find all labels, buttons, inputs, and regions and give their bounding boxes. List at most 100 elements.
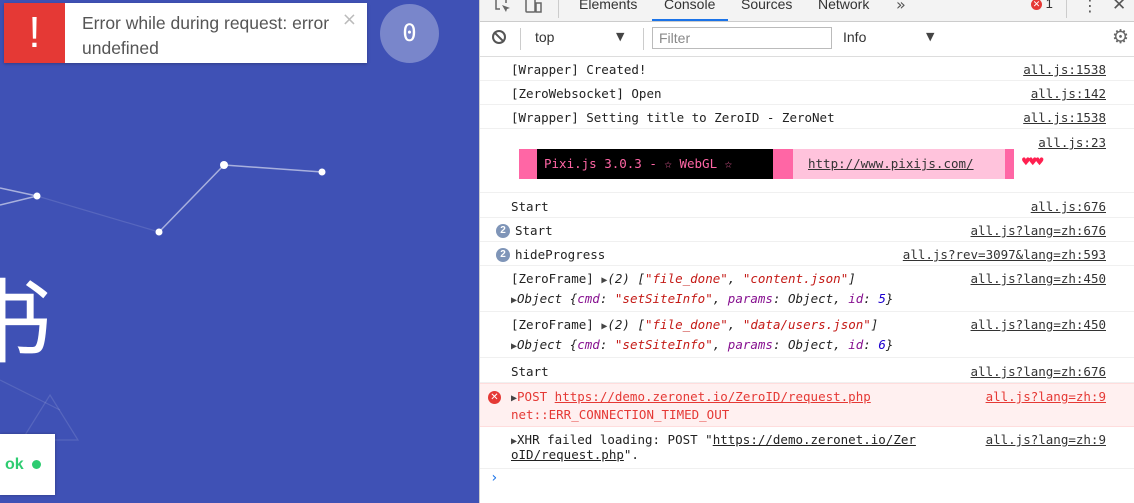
more-tabs-icon[interactable]: » [896,0,906,14]
log-message: [Wrapper] Created! [511,62,647,77]
array-item: "file_done" [645,317,728,332]
star [33,192,41,200]
log-message: [ZeroFrame] ▶(2) ["file_done", "content.… [511,271,856,286]
log-prefix: [ZeroFrame] [511,317,594,332]
repeat-count-badge: 2 [496,224,510,238]
close-icon[interactable]: × [342,9,357,30]
log-message: hideProgress [515,247,606,262]
source-link[interactable]: all.js?lang=zh:450 [971,317,1106,332]
request-url[interactable]: https://demo.zeronet.io/ZeroID/request.p… [555,389,871,404]
device-toolbar-icon[interactable] [524,0,542,15]
source-link[interactable]: all.js?lang=zh:450 [971,271,1106,286]
log-row: 2 Start all.js?lang=zh:676 [480,218,1134,242]
source-link[interactable]: all.js:142 [1031,86,1106,101]
log-message: Start [511,364,549,379]
array-item: "data/users.json" [742,317,871,332]
source-link[interactable]: all.js:23 [1038,135,1106,150]
source-link[interactable]: all.js:676 [1031,199,1106,214]
kebab-menu-icon[interactable]: ⋮ [1082,0,1098,15]
star [220,161,228,169]
log-message: ▶POST https://demo.zeronet.io/ZeroID/req… [511,389,871,404]
log-level-select[interactable]: Info [843,29,866,45]
source-link[interactable]: all.js:1538 [1023,62,1106,77]
log-object[interactable]: ▶Object {cmd: "setSiteInfo", params: Obj… [511,291,893,306]
object-type: Object [517,337,563,352]
source-link[interactable]: all.js?rev=3097&lang=zh:593 [903,247,1106,262]
log-row: ▶XHR failed loading: POST "https://demo.… [480,427,1134,469]
dropdown-arrow-icon[interactable]: ▼ [926,30,934,43]
active-tab-indicator [652,19,728,21]
log-prefix: [ZeroFrame] [511,271,594,286]
counter-badge[interactable]: 0 [380,4,439,63]
source-link[interactable]: all.js:1538 [1023,110,1106,125]
status-label: ok [5,456,24,473]
status-dot-icon [32,460,41,469]
dropdown-arrow-icon[interactable]: ▼ [616,30,624,43]
cmd-value: "setSiteInfo" [614,291,713,306]
constellation-background [0,161,326,441]
log-message: ▶XHR failed loading: POST "https://demo.… [511,432,916,447]
star-link [0,195,38,206]
notification-message: Error while during request: error undefi… [82,13,330,58]
log-row: [ZeroFrame] ▶(2) ["file_done", "content.… [480,266,1134,312]
pixi-banner: Pixi.js 3.0.3 - ☆ WebGL ☆ http://www.pix… [519,149,1014,179]
request-url-continued[interactable]: oID/request.php [511,447,624,462]
cmd-value: "setSiteInfo" [614,337,713,352]
array-length: (2) [607,271,630,286]
log-row: [ZeroFrame] ▶(2) ["file_done", "data/use… [480,312,1134,358]
source-link[interactable]: all.js?lang=zh:9 [986,389,1106,404]
context-select[interactable]: top [535,29,554,45]
console-toolbar: top ▼ Info ▼ ⚙ [480,22,1134,57]
divider [1066,0,1067,18]
exclamation-icon: ! [4,3,65,63]
console-prompt-icon[interactable]: › [490,470,498,486]
log-object[interactable]: ▶Object {cmd: "setSiteInfo", params: Obj… [511,337,893,352]
star [155,228,163,236]
log-row: Start all.js?lang=zh:676 [480,359,1134,383]
error-log-row: ✕ ▶POST https://demo.zeronet.io/ZeroID/r… [480,383,1134,427]
log-row: [Wrapper] Setting title to ZeroID - Zero… [480,105,1134,129]
hearts-text: ♥♥♥ [1022,155,1044,170]
log-message: Start [515,223,553,238]
array-item: "content.json" [742,271,849,286]
star-link [0,379,61,411]
source-link[interactable]: all.js?lang=zh:676 [971,223,1106,238]
source-link[interactable]: all.js?lang=zh:676 [971,364,1106,379]
source-link[interactable]: all.js?lang=zh:9 [986,432,1106,447]
array-length: (2) [607,317,630,332]
devtools-tabbar: Elements Console Sources Network » ✕ 1 ⋮… [480,0,1134,22]
log-message: [ZeroFrame] ▶(2) ["file_done", "data/use… [511,317,879,332]
close-devtools-icon[interactable]: ✕ [1112,0,1126,15]
repeat-count-badge: 2 [496,248,510,262]
tab-console[interactable]: Console [664,0,715,12]
divider [643,28,644,50]
log-row: Start all.js:676 [480,194,1134,218]
log-row: [Wrapper] Created! all.js:1538 [480,57,1134,81]
star-link [223,164,323,173]
log-row: all.js:23 Pixi.js 3.0.3 - ☆ WebGL ☆ http… [480,129,1134,193]
error-icon: ✕ [488,391,501,404]
tab-elements[interactable]: Elements [579,0,637,12]
gear-icon[interactable]: ⚙ [1112,26,1129,48]
error-count-badge[interactable]: ✕ 1 [1031,0,1053,11]
log-row: [ZeroWebsocket] Open all.js:142 [480,81,1134,105]
star-link [158,164,225,233]
error-icon: ✕ [1031,0,1042,10]
pixi-link[interactable]: http://www.pixijs.com/ [793,149,1005,179]
page-viewport: ! Error while during request: error unde… [0,0,479,503]
request-url[interactable]: https://demo.zeronet.io/Zer [713,432,916,447]
star-link [0,187,38,197]
inspect-element-icon[interactable] [494,0,512,15]
id-value: 5 [878,291,886,306]
id-value: 6 [878,337,886,352]
tab-network[interactable]: Network [818,0,869,12]
clear-console-icon[interactable] [492,30,506,44]
tab-sources[interactable]: Sources [741,0,792,12]
object-type: Object [517,291,563,306]
divider [558,0,559,18]
log-message: [Wrapper] Setting title to ZeroID - Zero… [511,110,835,125]
filter-input[interactable] [652,27,832,49]
array-item: "file_done" [645,271,728,286]
log-row: 2 hideProgress all.js?rev=3097&lang=zh:5… [480,242,1134,266]
star [318,168,326,176]
